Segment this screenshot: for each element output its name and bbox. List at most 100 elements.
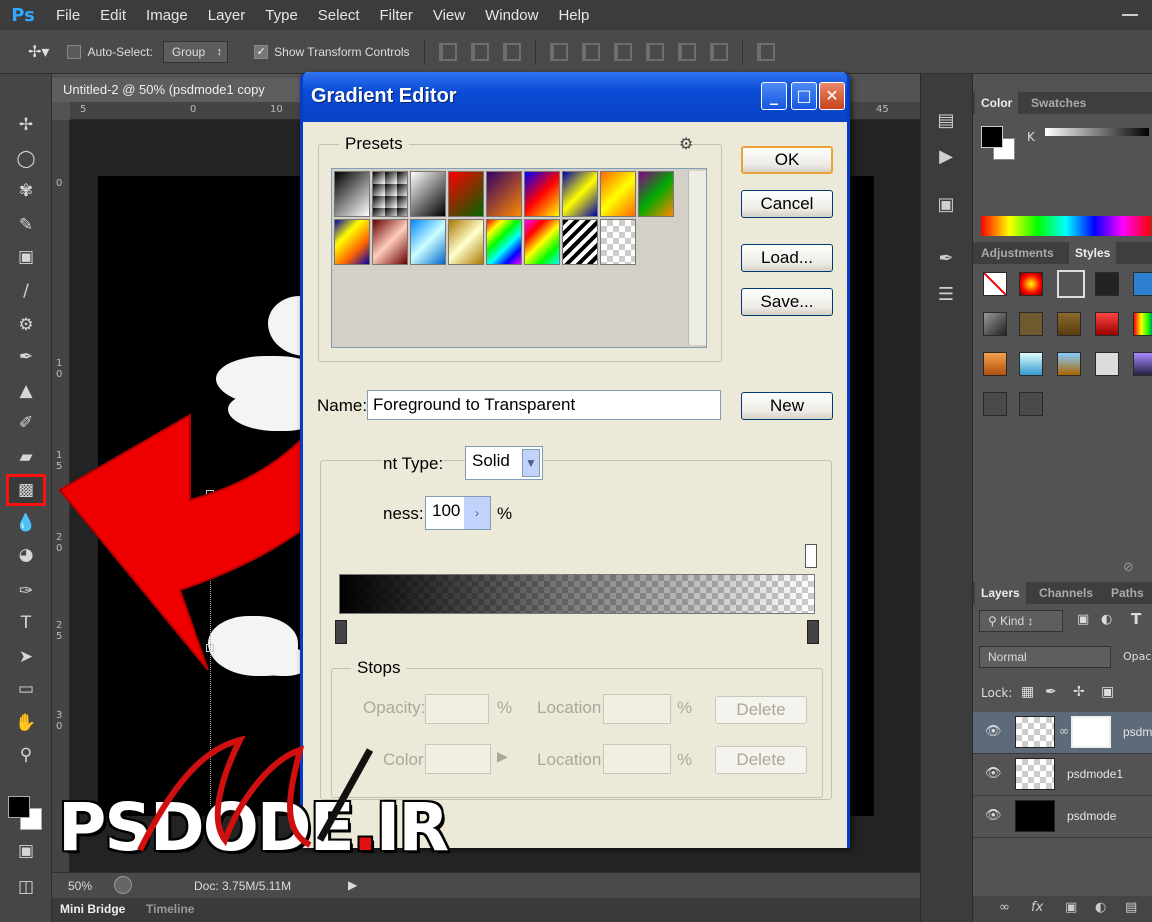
distribute-right-icon[interactable] [709, 42, 728, 61]
style-swatch[interactable] [1095, 312, 1119, 336]
menu-view[interactable]: View [423, 7, 475, 24]
blur-tool-icon[interactable]: 💧 [13, 510, 39, 536]
mask-link-icon[interactable]: ∞ [1059, 724, 1069, 738]
actions-panel-icon[interactable]: ▶ [935, 146, 957, 168]
style-swatch[interactable] [983, 312, 1007, 336]
preset-swatch[interactable] [334, 171, 370, 217]
preset-swatch[interactable] [524, 171, 560, 217]
stop-color-location-field[interactable] [603, 744, 671, 774]
link-layers-icon[interactable]: ∞ [999, 900, 1010, 915]
new-group-icon[interactable]: ▤ [1125, 900, 1137, 915]
color-spectrum-bar[interactable] [981, 216, 1151, 236]
brush-panel-icon[interactable]: ✒ [935, 248, 957, 270]
tab-adjustments[interactable]: Adjustments [975, 242, 1060, 264]
menu-type[interactable]: Type [255, 7, 308, 24]
opacity-stop[interactable] [805, 544, 817, 568]
quick-select-tool-icon[interactable]: ✎ [13, 212, 39, 238]
brush-tool-icon[interactable]: ✒ [13, 344, 39, 370]
visibility-eye-icon[interactable]: 👁 [985, 724, 1002, 739]
preset-swatch[interactable] [410, 171, 446, 217]
properties-panel-icon[interactable]: ☰ [935, 284, 957, 306]
path-select-tool-icon[interactable]: ➤ [13, 644, 39, 670]
minimize-icon[interactable]: _ [761, 82, 787, 110]
eraser-tool-icon[interactable]: ▰ [13, 444, 39, 470]
layer-name[interactable]: psdmode1 [1067, 767, 1123, 781]
filter-pixel-icon[interactable]: ▣ [1077, 612, 1089, 627]
layer-row[interactable]: 👁 psdmode [973, 796, 1152, 838]
align-bottom-icon[interactable] [502, 42, 521, 61]
lock-transparent-icon[interactable]: ▦ [1021, 684, 1034, 700]
menu-layer[interactable]: Layer [198, 7, 256, 24]
auto-select-dropdown[interactable]: Group [162, 40, 229, 63]
color-stop[interactable] [335, 620, 347, 644]
tab-color[interactable]: Color [975, 92, 1019, 114]
style-swatch[interactable] [1133, 312, 1152, 336]
gradient-name-field[interactable]: Foreground to Transparent [367, 390, 721, 420]
foreground-color-swatch[interactable] [8, 796, 30, 818]
rectangle-tool-icon[interactable]: ▭ [13, 676, 39, 702]
style-swatch[interactable] [983, 392, 1007, 416]
menu-select[interactable]: Select [308, 7, 370, 24]
tab-mini-bridge[interactable]: Mini Bridge [60, 902, 125, 916]
distribute-bottom-icon[interactable] [613, 42, 632, 61]
gradient-type-select[interactable]: Solid ▼ [465, 446, 543, 480]
show-transform-checkbox[interactable]: ✓ [254, 44, 269, 59]
stop-color-arrow-icon[interactable]: ▶ [497, 748, 508, 765]
layer-row[interactable]: 👁 psdmode1 [973, 754, 1152, 796]
layer-name[interactable]: psdmode [1067, 809, 1116, 823]
align-top-icon[interactable] [438, 42, 457, 61]
style-swatch[interactable] [1019, 352, 1043, 376]
preset-swatch[interactable] [448, 219, 484, 265]
hand-tool-icon[interactable]: ✋ [13, 710, 39, 736]
stop-location-field[interactable] [603, 694, 671, 724]
blend-mode-dropdown[interactable]: Normal [979, 646, 1111, 668]
tab-swatches[interactable]: Swatches [1025, 92, 1092, 114]
distribute-left-icon[interactable] [645, 42, 664, 61]
layer-row[interactable]: 👁 ∞ psdm [973, 712, 1152, 754]
lock-position-icon[interactable]: ✢ [1073, 684, 1085, 700]
dodge-tool-icon[interactable]: ◕ [13, 542, 39, 568]
move-tool-icon[interactable]: ✢ [13, 112, 39, 138]
filter-type-icon[interactable]: T [1131, 610, 1141, 628]
stop-opacity-field[interactable] [425, 694, 489, 724]
document-tab[interactable]: Untitled-2 @ 50% (psdmode1 copy [52, 78, 302, 102]
layer-mask-thumbnail[interactable] [1071, 716, 1111, 748]
delete-color-stop-button[interactable]: Delete [715, 746, 807, 774]
style-swatch[interactable] [1095, 352, 1119, 376]
distribute-vcenter-icon[interactable] [581, 42, 600, 61]
smoothness-arrow-icon[interactable]: › [464, 497, 490, 529]
style-swatch[interactable] [1057, 312, 1081, 336]
preset-swatch[interactable] [600, 171, 636, 217]
ok-button[interactable]: OK [741, 146, 833, 174]
new-button[interactable]: New [741, 392, 833, 420]
tab-channels[interactable]: Channels [1033, 582, 1099, 604]
adjustment-layer-icon[interactable]: ◐ [1095, 900, 1106, 915]
crop-tool-icon[interactable]: ▣ [13, 244, 39, 270]
style-swatch[interactable] [1057, 352, 1081, 376]
style-swatch[interactable] [1019, 392, 1043, 416]
preset-swatch[interactable] [562, 219, 598, 265]
pen-tool-icon[interactable]: ✑ [13, 578, 39, 604]
presets-gear-icon[interactable]: ⚙ [679, 134, 693, 153]
menu-filter[interactable]: Filter [370, 7, 423, 24]
history-brush-tool-icon[interactable]: ✐ [13, 410, 39, 436]
marquee-tool-icon[interactable]: ◯ [13, 146, 39, 172]
menu-window[interactable]: Window [475, 7, 548, 24]
distribute-hcenter-icon[interactable] [677, 42, 696, 61]
screen-mode-icon[interactable]: ◫ [13, 874, 39, 900]
filter-adjustment-icon[interactable]: ◐ [1101, 612, 1112, 627]
layer-filter-dropdown[interactable]: ⚲ Kind ↕ [979, 610, 1063, 632]
style-swatch[interactable] [1019, 312, 1043, 336]
preset-swatch[interactable] [410, 219, 446, 265]
stop-color-field[interactable] [425, 744, 491, 774]
visibility-eye-icon[interactable]: 👁 [985, 766, 1002, 781]
type-tool-icon[interactable]: T [13, 610, 39, 636]
style-swatch[interactable] [1133, 272, 1152, 296]
status-icon[interactable] [114, 876, 132, 894]
close-icon[interactable]: ✕ [819, 82, 845, 110]
load-button[interactable]: Load... [741, 244, 833, 272]
cancel-button[interactable]: Cancel [741, 190, 833, 218]
style-swatch[interactable] [1019, 272, 1043, 296]
style-swatch[interactable] [983, 352, 1007, 376]
style-none[interactable] [983, 272, 1007, 296]
